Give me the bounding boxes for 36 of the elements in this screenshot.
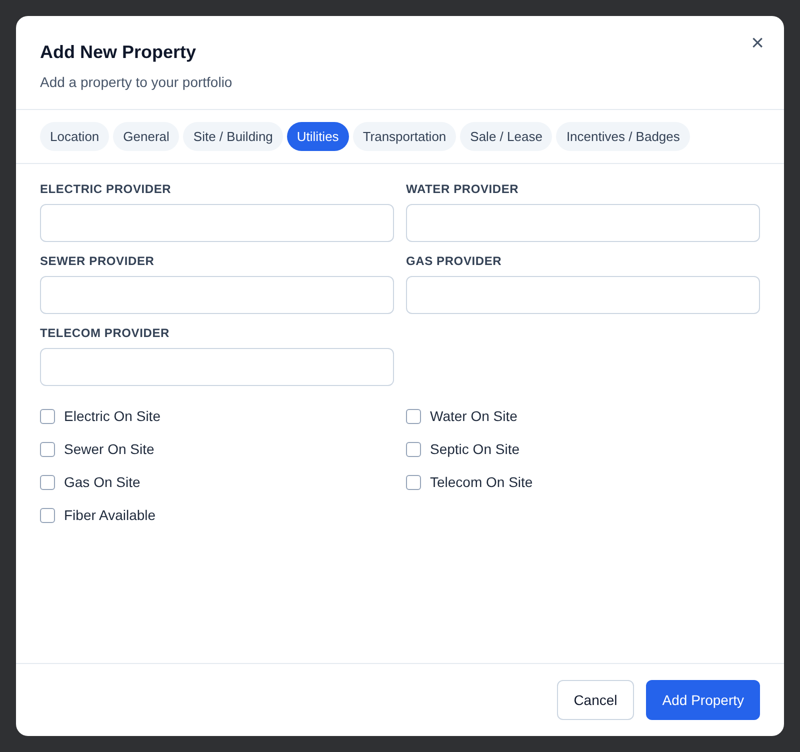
input-field[interactable] [406,204,760,242]
checkbox[interactable] [40,409,55,424]
tab[interactable]: Transportation [352,122,456,151]
checkbox-label: Electric On Site [64,407,160,426]
checkbox[interactable] [406,442,421,457]
dialog-subtitle: Add a property to your portfolio [40,73,232,92]
checkbox[interactable] [40,508,55,523]
checkbox-label: Water On Site [430,407,518,426]
input-field[interactable] [40,276,394,314]
tab[interactable]: Site / Building [183,122,283,151]
input-field[interactable] [40,348,394,386]
field-label: ELECTRIC PROVIDER [40,181,172,198]
field-label: TELECOM PROVIDER [40,325,170,342]
dialog-title: Add New Property [40,41,196,64]
tab[interactable]: General [113,122,180,151]
checkbox[interactable] [406,409,421,424]
tab[interactable]: Location [40,122,110,151]
checkbox-label: Fiber Available [64,506,156,525]
tab[interactable]: Utilities [286,122,349,151]
add-property-button[interactable]: Add Property [646,680,760,720]
field-label: WATER PROVIDER [406,181,520,198]
input-field[interactable] [40,204,394,242]
cancel-button[interactable]: Cancel [556,680,634,720]
checkbox-label: Telecom On Site [430,473,533,492]
checkbox[interactable] [406,475,421,490]
checkbox[interactable] [40,442,55,457]
checkbox-label: Sewer On Site [64,440,154,459]
field-label: GAS PROVIDER [406,253,503,270]
field-label: SEWER PROVIDER [40,253,156,270]
checkbox-label: Septic On Site [430,440,520,459]
checkbox[interactable] [40,475,55,490]
checkbox-label: Gas On Site [64,473,140,492]
tab[interactable]: Sale / Lease [460,122,552,151]
close-button[interactable]: × [751,32,764,54]
tab[interactable]: Incentives / Badges [556,122,690,151]
input-field[interactable] [406,276,760,314]
